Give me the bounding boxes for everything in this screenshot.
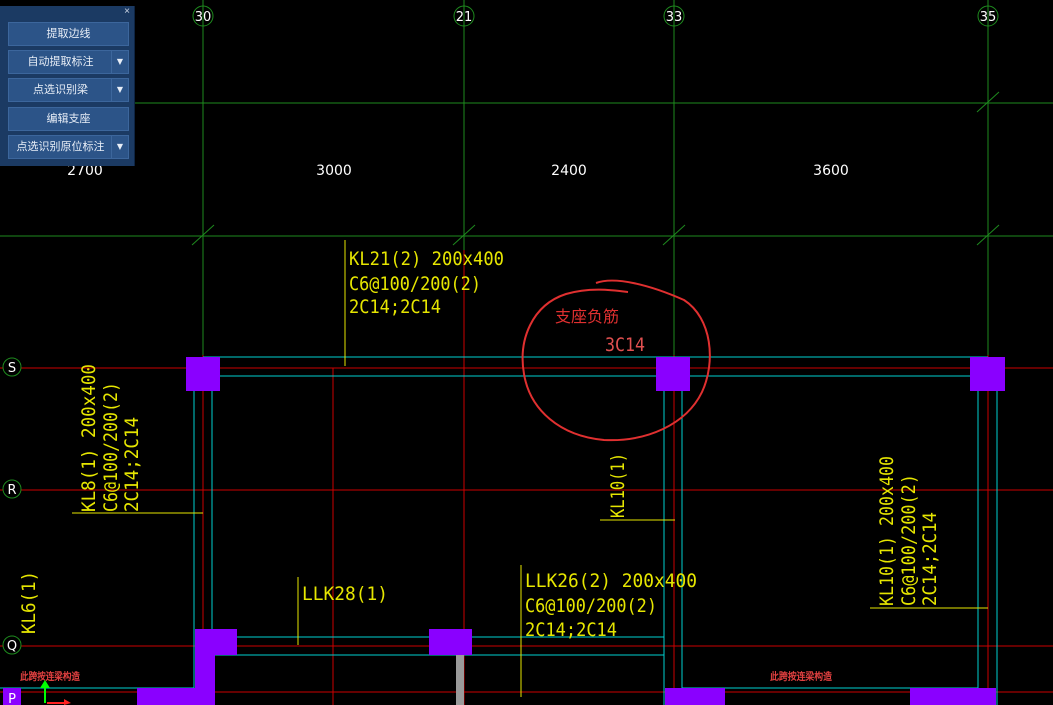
column bbox=[195, 629, 215, 705]
span-dimension: 3000 bbox=[316, 163, 352, 179]
svg-text:C6@100/200(2): C6@100/200(2) bbox=[898, 474, 920, 606]
beam-label-llk26-line3[interactable]: 2C14;2C14 bbox=[525, 619, 617, 641]
pick-identify-inplace-annotation-label: 点选识别原位标注 bbox=[16, 140, 105, 153]
auto-extract-annotation-button[interactable]: 自动提取标注 ▼ bbox=[8, 50, 129, 74]
beam-label-kl6[interactable]: KL6(1) bbox=[18, 571, 40, 634]
close-icon[interactable]: × bbox=[124, 6, 130, 18]
svg-text:2C14;2C14: 2C14;2C14 bbox=[121, 417, 143, 512]
cad-drawing-canvas[interactable]: 30 21 33 35 S R Q P 2700 3000 2400 3600 … bbox=[0, 0, 1053, 705]
span-dimension: 2400 bbox=[551, 163, 587, 179]
svg-text:KL8(1) 200x400: KL8(1) 200x400 bbox=[78, 364, 100, 512]
axis-label-q: Q bbox=[7, 639, 17, 654]
axis-label-r: R bbox=[7, 483, 16, 498]
beam-label-kl21-line2[interactable]: C6@100/200(2) bbox=[349, 273, 481, 295]
note-right: 此跨按连梁构造 bbox=[770, 670, 833, 683]
svg-text:2C14;2C14: 2C14;2C14 bbox=[919, 512, 941, 606]
extract-edge-label: 提取边线 bbox=[46, 27, 91, 40]
axis-label-33: 33 bbox=[666, 10, 683, 25]
beam-label-kl21-line3[interactable]: 2C14;2C14 bbox=[349, 296, 441, 318]
beam-label-kl10-mid[interactable]: KL10(1) bbox=[607, 453, 629, 518]
axis-label-p: P bbox=[8, 692, 16, 705]
svg-text:KL10(1): KL10(1) bbox=[607, 453, 629, 518]
column bbox=[910, 688, 996, 705]
beam-label-llk28[interactable]: LLK28(1) bbox=[302, 583, 388, 605]
axis-label-35: 35 bbox=[980, 10, 997, 25]
auto-extract-annotation-label: 自动提取标注 bbox=[27, 55, 94, 68]
column bbox=[186, 357, 220, 391]
dropdown-arrow-icon[interactable]: ▼ bbox=[111, 51, 128, 73]
column-axis-markers bbox=[192, 5, 999, 27]
pick-identify-beam-button[interactable]: 点选识别梁 ▼ bbox=[8, 78, 129, 102]
column bbox=[137, 688, 197, 705]
columns[interactable] bbox=[137, 357, 1005, 705]
beam-label-kl10-right[interactable]: KL10(1) 200x400 C6@100/200(2) 2C14;2C14 bbox=[876, 456, 941, 606]
svg-text:KL6(1): KL6(1) bbox=[18, 571, 40, 634]
axis-label-30: 30 bbox=[195, 10, 212, 25]
column bbox=[656, 357, 690, 391]
pick-identify-beam-label: 点选识别梁 bbox=[33, 83, 88, 96]
beam-label-kl8[interactable]: KL8(1) 200x400 C6@100/200(2) 2C14;2C14 bbox=[78, 364, 143, 512]
svg-text:C6@100/200(2): C6@100/200(2) bbox=[100, 382, 122, 512]
column bbox=[665, 688, 725, 705]
dropdown-arrow-icon[interactable]: ▼ bbox=[111, 136, 128, 158]
edit-support-label: 编辑支座 bbox=[46, 112, 91, 125]
annotation-value: 3C14 bbox=[605, 334, 645, 356]
note-left: 此跨按连梁构造 bbox=[20, 670, 81, 683]
wall-segment bbox=[456, 652, 464, 705]
axis-label-s: S bbox=[8, 361, 16, 376]
extract-edge-button[interactable]: 提取边线 bbox=[8, 22, 129, 46]
column bbox=[429, 629, 472, 655]
column bbox=[970, 357, 1005, 391]
edit-support-button[interactable]: 编辑支座 bbox=[8, 107, 129, 131]
recognition-toolbar: × 提取边线 自动提取标注 ▼ 点选识别梁 ▼ 编辑支座 点选识别原位标注 ▼ bbox=[0, 6, 135, 166]
pick-identify-inplace-annotation-button[interactable]: 点选识别原位标注 ▼ bbox=[8, 135, 129, 159]
beam-label-llk26-line2[interactable]: C6@100/200(2) bbox=[525, 595, 657, 617]
span-dimension: 3600 bbox=[813, 163, 849, 179]
beam-label-kl21-line1[interactable]: KL21(2) 200x400 bbox=[349, 248, 504, 270]
annotation-title: 支座负筋 bbox=[555, 307, 619, 326]
axis-label-21: 21 bbox=[456, 10, 473, 25]
dropdown-arrow-icon[interactable]: ▼ bbox=[111, 79, 128, 101]
svg-text:KL10(1) 200x400: KL10(1) 200x400 bbox=[876, 456, 898, 606]
beam-edges bbox=[0, 356, 998, 705]
beam-label-llk26-line1[interactable]: LLK26(2) 200x400 bbox=[525, 570, 697, 592]
